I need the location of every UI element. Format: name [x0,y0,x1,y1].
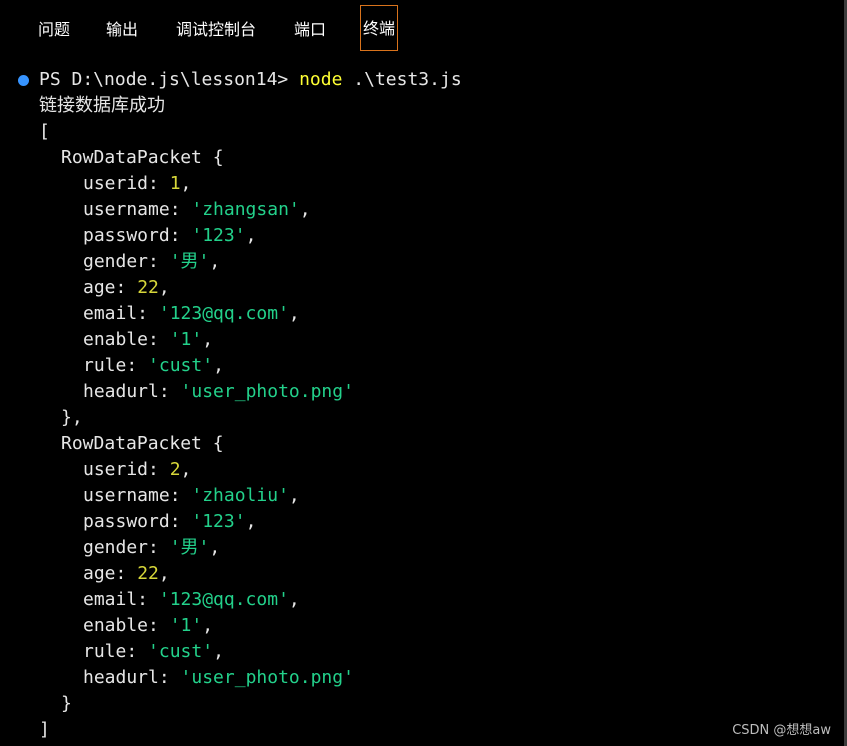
terminal-prompt: PS D:\node.js\lesson14> [39,69,300,90]
record-field-userid: userid: 2, [83,459,192,480]
tab-ports[interactable]: 端口 [294,18,326,42]
record-close: } [61,693,72,714]
terminal-line-success: 链接数据库成功 [39,95,165,116]
record-close: }, [61,407,83,428]
record-field-password: password: '123', [83,511,257,532]
record-field-age: age: 22, [83,277,170,298]
record-field-enable: enable: '1', [83,615,214,636]
tab-problems[interactable]: 问题 [38,18,70,42]
panel-tab-bar: 问题 输出 调试控制台 端口 终端 [0,0,847,60]
terminal-line-command: PS D:\node.js\lesson14> node .\test3.js [39,67,462,93]
terminal-line-close-bracket: ] [39,719,50,740]
record-field-gender: gender: '男', [83,251,221,272]
tab-output[interactable]: 输出 [106,18,138,42]
terminal-command: node [299,69,343,90]
record-field-email: email: '123@qq.com', [83,303,300,324]
record-header: RowDataPacket { [61,433,224,454]
record-field-headurl: headurl: 'user_photo.png' [83,667,354,688]
command-status-dot-icon[interactable] [18,75,29,86]
record-field-username: username: 'zhangsan', [83,199,311,220]
record-field-password: password: '123', [83,225,257,246]
record-header: RowDataPacket { [61,147,224,168]
record-field-email: email: '123@qq.com', [83,589,300,610]
record-field-rule: rule: 'cust', [83,355,224,376]
terminal-line-open-bracket: [ [39,121,50,142]
record-field-username: username: 'zhaoliu', [83,485,300,506]
record-field-gender: gender: '男', [83,537,221,558]
watermark-text: CSDN @想想aw [732,723,831,738]
tab-debug-console[interactable]: 调试控制台 [176,18,256,42]
tab-terminal[interactable]: 终端 [360,5,399,51]
record-field-headurl: headurl: 'user_photo.png' [83,381,354,402]
record-field-userid: userid: 1, [83,173,192,194]
record-field-age: age: 22, [83,563,170,584]
terminal-command-args: .\test3.js [342,69,462,90]
record-field-rule: rule: 'cust', [83,641,224,662]
record-field-enable: enable: '1', [83,329,214,350]
